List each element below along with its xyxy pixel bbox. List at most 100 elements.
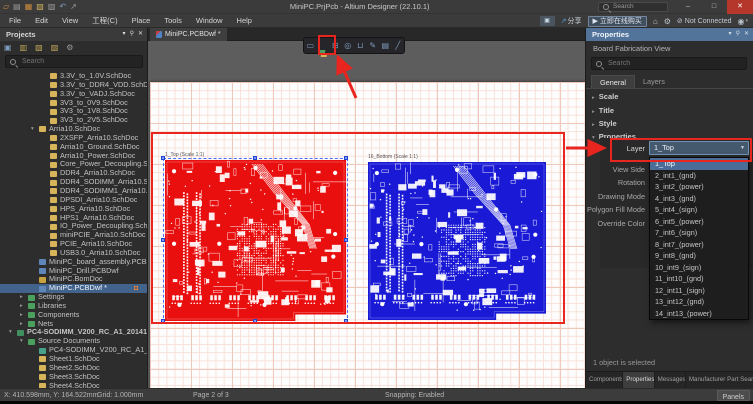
tree-item[interactable]: miniPCIE_Arria10.SchDoc [0,231,148,240]
tab-general[interactable]: General [591,75,635,88]
tree-item[interactable]: Core_Power_Decoupling.SchDoc [0,160,148,169]
tree-item[interactable]: DDR4_Arria10.SchDoc [0,169,148,178]
tree-item[interactable]: MiniPC.PCBDwf * [0,284,148,293]
caret-icon[interactable]: ▾ [31,125,39,134]
caret-icon[interactable]: ▸ [20,302,28,311]
tree-item[interactable]: 3V3_to_0V9.SchDoc [0,99,148,108]
panel-tab-components[interactable]: Components [586,372,623,388]
close-icon[interactable]: ✕ [744,28,749,41]
layer-option[interactable]: 9_int8_(gnd) [650,250,748,262]
layer-option[interactable]: 6_int5_(power) [650,216,748,228]
buy-online-button[interactable]: ▶立即在线购买 [588,16,647,27]
menu-item-4[interactable]: Place [125,14,158,28]
chevron-down-icon[interactable]: ▾ [729,28,732,41]
tree-item[interactable]: DDR4_SODIMM_Arria10.SchDoc [0,178,148,187]
minimize-button[interactable]: – [675,0,701,14]
undo-icon[interactable]: ↶ [59,0,66,14]
gear-icon[interactable]: ⚙ [664,17,671,26]
tree-item[interactable]: Sheet3.SchDoc [0,373,148,382]
properties-search-input[interactable] [606,59,726,68]
board-fabrication-view-bottom[interactable] [368,162,546,320]
layer-option[interactable]: 5_int4_(sign) [650,204,748,216]
layer-option[interactable]: 10_int9_(sign) [650,262,748,274]
projects-panel-header[interactable]: Projects ▾⚲✕ [0,28,147,41]
tree-item[interactable]: 3V3_to_1V8.SchDoc [0,107,148,116]
tree-item[interactable]: ▸Settings [0,293,148,302]
document-tab-active[interactable]: MiniPC.PCBDwf * [150,28,227,41]
selection-handle[interactable] [344,319,348,323]
projects-search-box[interactable] [5,55,143,68]
layer-option[interactable]: 3_int2_(power) [650,181,748,193]
selection-box[interactable] [163,158,348,323]
close-button[interactable]: ✕ [727,0,753,14]
layer-option[interactable]: 11_int10_(gnd) [650,273,748,285]
callout-icon[interactable]: ✎ [367,38,378,53]
chevron-down-icon[interactable]: ▾ [123,28,126,41]
tree-item[interactable]: 3V3_to_2V5.SchDoc [0,116,148,125]
tree-item[interactable]: ▸Components [0,311,148,320]
tree-item[interactable]: Arria10_Ground.SchDoc [0,143,148,152]
properties-panel-header[interactable]: Properties ▾⚲✕ [586,28,753,41]
caret-icon[interactable]: ▸ [20,311,28,320]
sort-icon[interactable]: ▨ [51,41,59,54]
selection-handle[interactable] [344,156,348,160]
account-button[interactable]: ◉▾ [738,17,749,26]
tree-item[interactable]: DDR4_SODIMM1_Arria10.SchDoc [0,187,148,196]
tree-item[interactable]: ▾Source Documents [0,337,148,346]
tree-item[interactable]: PC4-SODIMM_V200_RC_A1_2014 [0,346,148,355]
tree-item[interactable]: Arria10_Power.SchDoc [0,152,148,161]
tree-item[interactable]: PCIE_Arria10.SchDoc [0,240,148,249]
redo-icon[interactable]: ↗ [70,0,77,14]
tree-item[interactable]: MiniPC.BomDoc [0,275,148,284]
board-isometric-view-icon[interactable]: ⊔ [355,38,366,53]
layer-option[interactable]: 8_int7_(power) [650,239,748,251]
layer-option[interactable]: 12_int11_(sign) [650,285,748,297]
save-icon[interactable]: ▦ [25,0,33,14]
section-style[interactable]: ▸Style [592,117,617,130]
tree-item[interactable]: Sheet1.SchDoc [0,355,148,364]
panel-tab-messages[interactable]: Messages [655,372,686,388]
selection-handle[interactable] [253,156,257,160]
pin-icon[interactable]: ⚲ [736,28,740,41]
menu-item-1[interactable]: Edit [28,14,55,28]
selection-handle[interactable] [253,319,257,323]
pin-icon[interactable]: ⚲ [130,28,134,41]
panel-tab-properties[interactable]: Properties [623,372,654,388]
section-scale[interactable]: ▸Scale [592,90,618,103]
caret-icon[interactable]: ▸ [20,320,28,329]
copy-icon[interactable]: ▨ [48,0,56,14]
layer-option[interactable]: 13_int12_(gnd) [650,296,748,308]
open-project-icon[interactable]: ▧ [36,0,44,14]
tree-item[interactable]: MiniPC_board_assembly.PCBDwf [0,258,148,267]
menu-item-0[interactable]: File [2,14,28,28]
tree-item[interactable]: 3.3V_to_VADJ.SchDoc [0,90,148,99]
board-assembly-view-icon[interactable]: ⊞ [330,38,341,53]
tab-layers[interactable]: Layers [635,75,673,88]
menu-item-3[interactable]: 工程(C) [85,14,124,28]
open-document-icon[interactable]: ▤ [13,0,21,14]
tree-item[interactable]: HPS1_Arria10.SchDoc [0,214,148,223]
settings-icon[interactable]: ⚙ [66,41,73,54]
share-button[interactable]: ↗分享 [561,16,582,26]
caret-icon[interactable]: ▾ [20,337,28,346]
menu-item-6[interactable]: Window [189,14,230,28]
close-icon[interactable]: ✕ [138,28,143,41]
menu-item-5[interactable]: Tools [157,14,189,28]
tree-item[interactable]: USB3.0_Arria10.SchDoc [0,249,148,258]
tree-item[interactable]: ▾Arria10.SchDoc [0,125,148,134]
drill-map-icon[interactable]: ◎ [342,38,353,53]
tree-item[interactable]: DPSDI_Arria10.SchDoc [0,196,148,205]
layer-dropdown-field[interactable]: 1_Top ▼ [649,141,749,155]
section-title[interactable]: ▸Title [592,104,614,117]
snapshot-button[interactable]: ▣ [540,16,555,26]
menu-item-7[interactable]: Help [230,14,259,28]
panel-tab-manufacturer-part-search[interactable]: Manufacturer Part Search [686,372,753,388]
tree-item[interactable]: 2XSFP_Arria10.SchDoc [0,134,148,143]
projects-search-input[interactable] [20,57,120,66]
tree-item[interactable]: HPS_Arria10.SchDoc [0,205,148,214]
caret-icon[interactable]: ▸ [20,293,28,302]
menu-item-2[interactable]: View [55,14,85,28]
layer-option[interactable]: 4_int3_(gnd) [650,193,748,205]
selection-handle[interactable] [161,156,165,160]
properties-search-box[interactable] [591,57,747,70]
